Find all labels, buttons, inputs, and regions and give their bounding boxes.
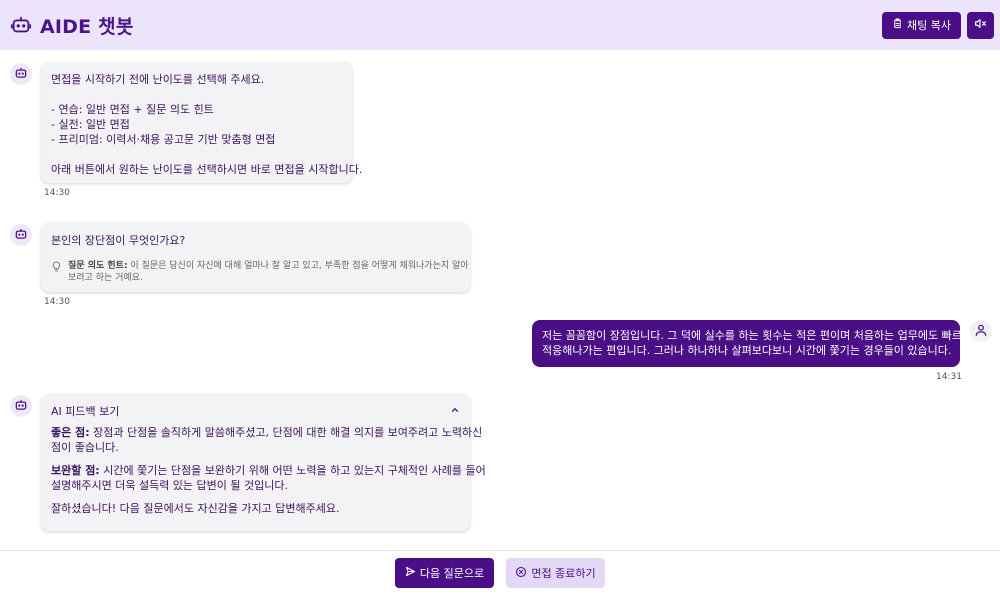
feedback-good-label: 좋은 점:	[51, 426, 90, 439]
feedback-title: AI 피드백 보기	[51, 405, 120, 418]
action-footer: 다음 질문으로 면접 종료하기	[0, 550, 1000, 595]
bot-message-level-select: 면접을 시작하기 전에 난이도를 선택해 주세요. - 연습: 일반 면접 + …	[41, 62, 363, 183]
feedback-improve-label: 보완할 점:	[51, 464, 100, 477]
bot-avatar	[10, 224, 32, 246]
brand: AIDE 챗봇	[10, 12, 134, 39]
user-icon	[974, 322, 988, 341]
hint-label: 질문 의도 힌트:	[68, 261, 128, 271]
chevron-up-icon	[450, 404, 460, 419]
feedback-good-text: 장점과 단점을 솔직하게 말씀해주셨고, 단점에 대한 해결 의지를 보여주려고…	[93, 426, 483, 439]
next-question-button[interactable]: 다음 질문으로	[395, 558, 494, 588]
clipboard-icon	[892, 18, 903, 32]
app-header: AIDE 챗봇 채팅 복사	[0, 0, 1000, 50]
speaker-mute-icon	[974, 17, 987, 33]
hint-text: 질문 의도 힌트: 이 질문은 당신이 자신에 대해 얼마나 잘 알고 있고, …	[68, 260, 469, 284]
message-line: 적응해나가는 편입니다. 그러나 하나하나 살펴보다보니 시간에 쫓기는 경우들…	[542, 344, 952, 357]
feedback-good-text: 점이 좋습니다.	[51, 441, 119, 454]
feedback-closing: 잘하셨습니다! 다음 질문에서도 자신감을 가지고 답변해주세요.	[51, 502, 340, 515]
message-timestamp: 14:30	[44, 297, 70, 307]
header-actions: 채팅 복사	[882, 11, 994, 39]
mute-button[interactable]	[967, 11, 994, 39]
bot-message-question: 본인의 장단점이 무엇인가요? 질문 의도 힌트: 이 질문은 당신이 자신에 …	[41, 223, 470, 292]
feedback-toggle[interactable]: AI 피드백 보기	[51, 404, 460, 419]
chat-area[interactable]: 면접을 시작하기 전에 난이도를 선택해 주세요. - 연습: 일반 면접 + …	[0, 50, 1000, 550]
user-message-answer: 저는 꼼꼼함이 장점입니다. 그 덕에 실수를 하는 횟수는 적은 편이며 처음…	[532, 320, 973, 367]
message-line: 아래 버튼에서 원하는 난이도를 선택하시면 바로 면접을 시작합니다.	[51, 163, 363, 176]
send-icon	[405, 566, 416, 580]
hint-body: 보려고 하는 거예요.	[68, 273, 143, 283]
bot-message-feedback: AI 피드백 보기 좋은 점: 장점과 단점을 솔직하게 말씀해주셨고, 단점에…	[41, 394, 486, 531]
message-line: 면접을 시작하기 전에 난이도를 선택해 주세요.	[51, 73, 265, 86]
user-avatar	[970, 320, 992, 342]
robot-icon	[14, 226, 28, 245]
end-interview-button[interactable]: 면접 종료하기	[506, 558, 605, 588]
message-line: 저는 꼼꼼함이 장점입니다. 그 덕에 실수를 하는 횟수는 적은 편이며 처음…	[542, 329, 973, 342]
next-question-label: 다음 질문으로	[419, 567, 485, 580]
circle-x-icon	[515, 566, 527, 581]
robot-icon	[10, 14, 32, 36]
feedback-improve-text: 설명해주시면 더욱 설득력 있는 답변이 될 것입니다.	[51, 479, 288, 492]
lightbulb-icon	[51, 260, 62, 284]
feedback-improve: 보완할 점: 시간에 쫓기는 단점을 보완하기 위해 어떤 노력을 하고 있는지…	[51, 463, 486, 493]
message-line: - 실전: 일반 면접	[51, 118, 130, 131]
question-hint: 질문 의도 힌트: 이 질문은 당신이 자신에 대해 얼마나 잘 알고 있고, …	[51, 260, 469, 284]
hint-body: 이 질문은 당신이 자신에 대해 얼마나 잘 알고 있고, 부족한 점을 어떻게…	[130, 261, 469, 271]
copy-chat-button[interactable]: 채팅 복사	[882, 11, 961, 39]
bot-avatar	[10, 395, 32, 417]
message-timestamp: 14:31	[936, 372, 962, 382]
feedback-improve-text: 시간에 쫓기는 단점을 보완하기 위해 어떤 노력을 하고 있는지 구체적인 사…	[103, 464, 486, 477]
robot-icon	[14, 397, 28, 416]
app-title: AIDE 챗봇	[40, 15, 134, 38]
question-text: 본인의 장단점이 무엇인가요?	[51, 234, 186, 247]
end-interview-label: 면접 종료하기	[531, 567, 596, 580]
feedback-good: 좋은 점: 장점과 단점을 솔직하게 말씀해주셨고, 단점에 대한 해결 의지를…	[51, 425, 482, 455]
robot-icon	[14, 65, 28, 84]
message-line: - 연습: 일반 면접 + 질문 의도 힌트	[51, 103, 214, 116]
message-timestamp: 14:30	[44, 188, 70, 198]
bot-avatar	[10, 63, 32, 85]
copy-chat-label: 채팅 복사	[907, 19, 951, 32]
message-line: - 프리미엄: 이력서·채용 공고문 기반 맞춤형 면접	[51, 133, 276, 146]
